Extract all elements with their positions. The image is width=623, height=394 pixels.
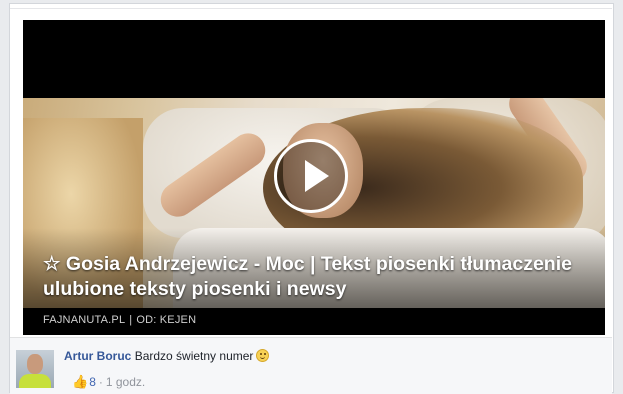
comment: Artur Boruc Bardzo świetny numer 👍8 · 1 go… <box>10 337 612 394</box>
comment-author[interactable]: Artur Boruc <box>64 349 131 363</box>
comment-body: Artur Boruc Bardzo świetny numer <box>64 349 270 363</box>
source-author: OD: KEJEN <box>136 314 197 326</box>
video-preview[interactable]: ☆ Gosia Andrzejewicz - Moc | Tekst piose… <box>23 20 605 335</box>
comment-actions: 👍8 · 1 godz. <box>72 374 145 390</box>
video-title[interactable]: ☆ Gosia Andrzejewicz - Moc | Tekst piose… <box>43 252 593 302</box>
thumbs-up-icon[interactable]: 👍 <box>72 374 88 389</box>
comment-text: Bardzo świetny numer <box>134 349 254 363</box>
dot-separator: · <box>98 375 103 389</box>
source-separator: | <box>129 314 133 326</box>
divider <box>10 8 612 9</box>
video-letterbox <box>23 20 605 98</box>
video-source: FAJNANUTA.PL | OD: KEJEN <box>43 314 196 326</box>
smiley-icon <box>256 349 270 362</box>
avatar[interactable] <box>16 350 54 388</box>
source-domain[interactable]: FAJNANUTA.PL <box>43 314 125 326</box>
comment-time[interactable]: 1 godz. <box>106 375 145 389</box>
like-count[interactable]: 8 <box>89 375 96 389</box>
play-icon[interactable] <box>274 139 348 213</box>
